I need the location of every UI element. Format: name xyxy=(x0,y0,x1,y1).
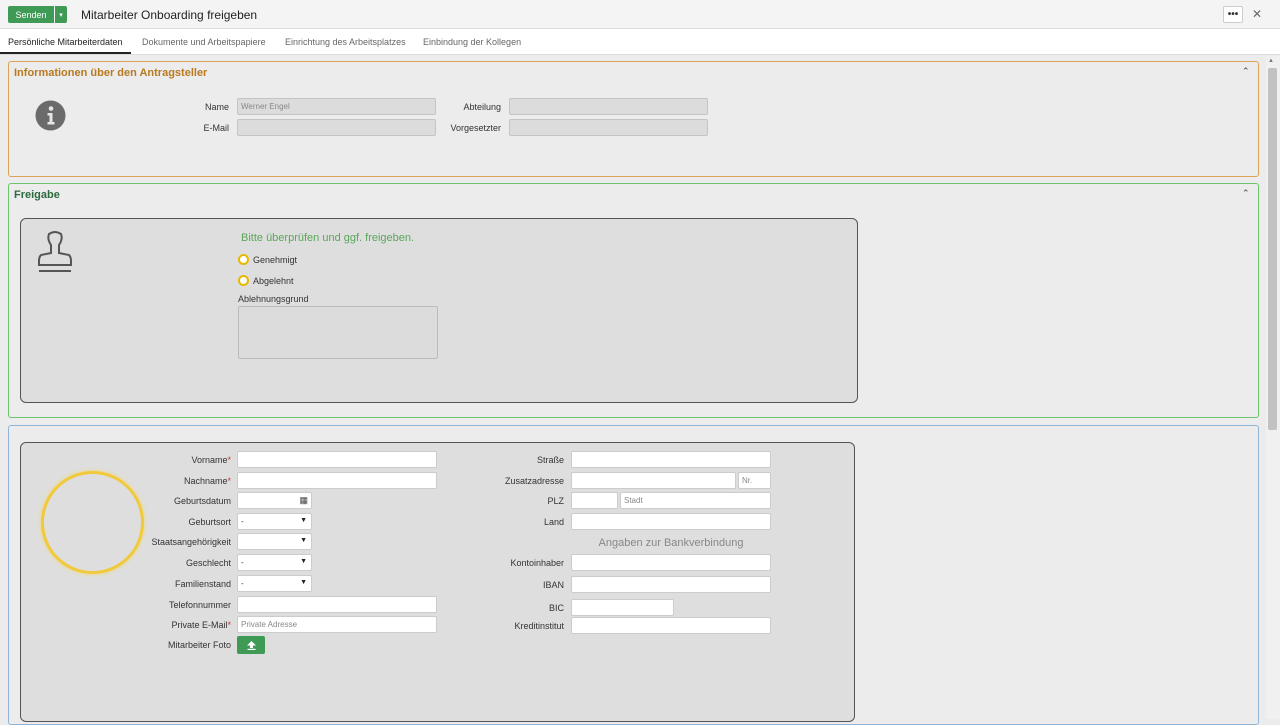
bic-field[interactable] xyxy=(571,599,674,616)
scroll-up-icon[interactable]: ▲ xyxy=(1268,58,1274,64)
birthplace-label: Geburtsort xyxy=(188,517,231,527)
stamp-icon xyxy=(38,231,72,272)
supervisor-label: Vorgesetzter xyxy=(450,123,501,133)
avatar[interactable] xyxy=(41,471,144,574)
rejected-label[interactable]: Abgelehnt xyxy=(253,276,294,286)
approved-label[interactable]: Genehmigt xyxy=(253,255,297,265)
city-field[interactable]: Stadt xyxy=(620,492,771,509)
collapse-icon[interactable]: ⌃ xyxy=(1242,188,1250,199)
approval-prompt: Bitte überprüfen und ggf. freigeben. xyxy=(241,232,415,244)
lastname-field[interactable] xyxy=(237,472,437,489)
upload-icon xyxy=(246,640,256,650)
account-holder-field[interactable] xyxy=(571,554,771,571)
country-field[interactable] xyxy=(571,513,771,530)
tab-colleagues[interactable]: Einbindung der Kollegen xyxy=(423,37,521,47)
applicant-info-title: Informationen über den Antragsteller xyxy=(14,67,208,79)
approved-radio[interactable] xyxy=(238,254,249,265)
bic-label: BIC xyxy=(548,603,564,613)
applicant-info-panel: Informationen über den Antragsteller ⌃ N… xyxy=(8,61,1259,177)
email-field[interactable] xyxy=(237,119,436,136)
private-email-label: Private E-Mail* xyxy=(171,620,231,630)
send-dropdown-icon[interactable]: ▾ xyxy=(55,6,67,23)
email-label: E-Mail xyxy=(203,123,229,133)
close-icon[interactable]: ✕ xyxy=(1252,7,1262,21)
tab-personal-data[interactable]: Persönliche Mitarbeiterdaten xyxy=(8,37,123,47)
approval-box: Bitte überprüfen und ggf. freigeben. Gen… xyxy=(20,218,858,403)
calendar-icon[interactable]: ▦ xyxy=(299,495,308,506)
iban-label: IBAN xyxy=(542,580,564,590)
nationality-select[interactable]: ▼ xyxy=(237,533,312,550)
supervisor-field[interactable] xyxy=(509,119,708,136)
personal-data-panel: Vorname* Nachname* Geburtsdatum ▦ Geburt… xyxy=(8,425,1259,725)
bank-institute-field[interactable] xyxy=(571,617,771,634)
tab-bar: Persönliche Mitarbeiterdaten Dokumente u… xyxy=(0,29,1280,55)
bank-institute-label: Kreditinstitut xyxy=(514,621,564,631)
approval-panel: Freigabe ⌃ Bitte überprüfen und ggf. fre… xyxy=(8,183,1259,418)
tab-workplace-setup[interactable]: Einrichtung des Arbeitsplatzes xyxy=(285,37,406,47)
personal-data-box: Vorname* Nachname* Geburtsdatum ▦ Geburt… xyxy=(20,442,855,722)
rejection-reason-label: Ablehnungsgrund xyxy=(238,294,309,304)
country-label: Land xyxy=(543,517,564,527)
approval-title: Freigabe xyxy=(14,189,60,201)
photo-upload-button[interactable] xyxy=(237,636,265,654)
department-label: Abteilung xyxy=(463,102,501,112)
birthdate-field[interactable]: ▦ xyxy=(237,492,312,509)
street-label: Straße xyxy=(536,455,564,465)
birthplace-select[interactable]: - ▼ xyxy=(237,513,312,530)
lastname-label: Nachname* xyxy=(183,476,231,486)
name-field[interactable]: Werner Engel xyxy=(237,98,436,115)
iban-field[interactable] xyxy=(571,576,771,593)
zip-field[interactable] xyxy=(571,492,618,509)
info-icon xyxy=(35,100,66,131)
account-holder-label: Kontoinhaber xyxy=(510,558,564,568)
address-extra-field[interactable] xyxy=(571,472,736,489)
firstname-label: Vorname* xyxy=(191,455,231,465)
address-extra-label: Zusatzadresse xyxy=(504,476,564,486)
marital-status-select[interactable]: - ▼ xyxy=(237,575,312,592)
phone-label: Telefonnummer xyxy=(168,600,231,610)
dropdown-arrow-icon: ▼ xyxy=(300,537,307,544)
send-button[interactable]: Senden xyxy=(8,6,54,23)
gender-select[interactable]: - ▼ xyxy=(237,554,312,571)
birthdate-label: Geburtsdatum xyxy=(173,496,231,506)
street-field[interactable] xyxy=(571,451,771,468)
top-toolbar: Senden ▾ Mitarbeiter Onboarding freigebe… xyxy=(0,0,1280,29)
house-number-field[interactable]: Nr. xyxy=(738,472,771,489)
dropdown-arrow-icon: ▼ xyxy=(300,517,307,524)
name-label: Name xyxy=(204,102,229,112)
dropdown-arrow-icon: ▼ xyxy=(300,558,307,565)
marital-status-label: Familienstand xyxy=(174,579,231,589)
dropdown-arrow-icon: ▼ xyxy=(300,579,307,586)
firstname-field[interactable] xyxy=(237,451,437,468)
gender-label: Geschlecht xyxy=(185,558,231,568)
scroll-thumb[interactable] xyxy=(1268,68,1277,430)
collapse-icon[interactable]: ⌃ xyxy=(1242,66,1250,77)
private-email-field[interactable]: Private Adresse xyxy=(237,616,437,633)
department-field[interactable] xyxy=(509,98,708,115)
page-title: Mitarbeiter Onboarding freigeben xyxy=(81,8,258,22)
nationality-label: Staatsangehörigkeit xyxy=(151,537,231,547)
zip-label: PLZ xyxy=(547,496,564,506)
bank-heading: Angaben zur Bankverbindung xyxy=(598,537,744,549)
rejected-radio[interactable] xyxy=(238,275,249,286)
more-options-button[interactable]: ••• xyxy=(1223,6,1243,23)
tab-documents[interactable]: Dokumente und Arbeitspapiere xyxy=(142,37,266,47)
rejection-reason-textarea[interactable] xyxy=(238,306,438,359)
active-tab-indicator xyxy=(0,52,131,54)
photo-label: Mitarbeiter Foto xyxy=(167,640,231,650)
phone-field[interactable] xyxy=(237,596,437,613)
